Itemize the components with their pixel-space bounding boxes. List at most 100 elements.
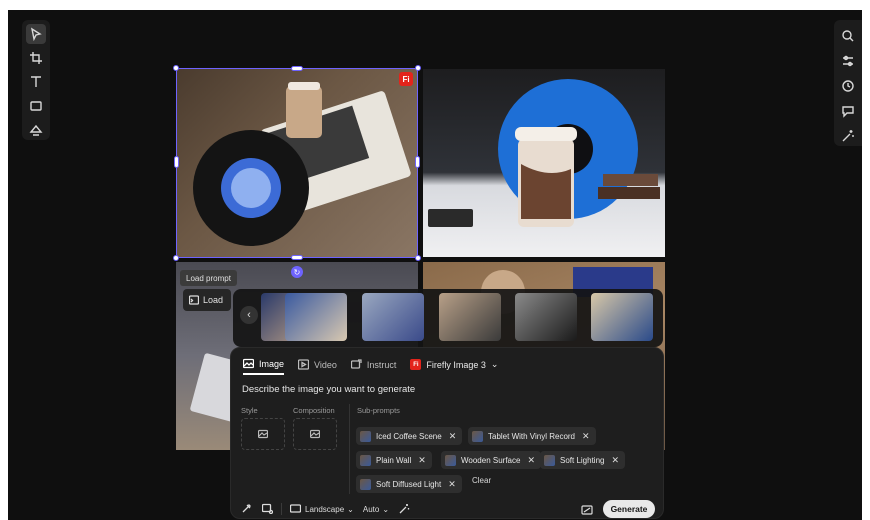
add-image-icon bbox=[258, 429, 268, 439]
thumbnail-5[interactable] bbox=[515, 293, 577, 341]
subprompts-label: Sub-prompts bbox=[357, 406, 400, 415]
video-icon bbox=[298, 359, 310, 370]
close-icon[interactable]: ✕ bbox=[611, 455, 619, 466]
thumbnail-2[interactable] bbox=[285, 293, 347, 341]
search-button[interactable] bbox=[838, 26, 858, 45]
tab-video-label: Video bbox=[314, 359, 337, 370]
resize-handle-tr[interactable] bbox=[415, 65, 421, 71]
subprompt-chip[interactable]: Tablet With Vinyl Record ✕ bbox=[468, 427, 596, 445]
model-selector[interactable]: Fi Firefly Image 3 ⌄ bbox=[410, 359, 498, 374]
generate-button[interactable]: Generate bbox=[603, 500, 655, 518]
select-tool[interactable] bbox=[26, 24, 46, 44]
close-icon[interactable]: ✕ bbox=[449, 431, 457, 442]
credits-icon bbox=[581, 505, 593, 515]
shape-tool[interactable] bbox=[26, 96, 46, 116]
instruct-icon bbox=[350, 359, 362, 369]
magic-icon bbox=[399, 503, 410, 513]
tab-instruct-label: Instruct bbox=[366, 359, 397, 370]
thumbnail-6[interactable] bbox=[591, 293, 653, 341]
chip-thumbnail bbox=[360, 478, 371, 490]
style-reference-slot[interactable] bbox=[241, 418, 285, 450]
left-toolbar bbox=[22, 20, 50, 140]
chip-label: Soft Lighting bbox=[560, 455, 605, 465]
chip-thumbnail bbox=[445, 454, 456, 466]
effects-button[interactable] bbox=[399, 503, 410, 516]
crop-icon bbox=[30, 52, 42, 64]
cursor-icon bbox=[30, 27, 42, 41]
model-label: Firefly Image 3 bbox=[426, 359, 486, 370]
chip-label: Iced Coffee Scene bbox=[376, 431, 442, 441]
load-prompt-tooltip: Load prompt bbox=[180, 270, 237, 286]
terminal-icon bbox=[189, 295, 199, 305]
tab-instruct[interactable]: Instruct bbox=[350, 359, 397, 374]
credits-button[interactable] bbox=[581, 503, 593, 520]
resize-handle-left[interactable] bbox=[174, 156, 179, 168]
resize-handle-bottom[interactable] bbox=[291, 255, 303, 260]
generated-image-1[interactable] bbox=[176, 68, 418, 258]
subprompt-chip[interactable]: Wooden Surface ✕ bbox=[441, 451, 541, 469]
chevron-down-icon: ⌄ bbox=[490, 359, 499, 369]
size-mode-select[interactable]: Auto bbox=[363, 505, 379, 514]
load-label: Load bbox=[203, 295, 224, 305]
resize-handle-right[interactable] bbox=[415, 156, 420, 168]
text-tool[interactable] bbox=[26, 72, 46, 92]
eyedropper-button[interactable] bbox=[241, 503, 252, 516]
subprompt-chip[interactable]: Soft Lighting ✕ bbox=[540, 451, 626, 469]
history-button[interactable] bbox=[838, 76, 858, 95]
crop-tool[interactable] bbox=[26, 48, 46, 68]
resize-handle-br[interactable] bbox=[415, 255, 421, 261]
tab-image[interactable]: Image bbox=[243, 358, 285, 375]
resize-handle-tl[interactable] bbox=[173, 65, 179, 71]
close-icon[interactable]: ✕ bbox=[527, 455, 535, 466]
sliders-icon bbox=[843, 55, 853, 66]
aspect-ratio-icon bbox=[289, 503, 302, 516]
chevron-left-icon[interactable]: ‹ bbox=[240, 306, 258, 324]
text-icon bbox=[31, 76, 41, 87]
chevron-down-icon: ⌄ bbox=[347, 504, 354, 514]
firefly-badge: Fi bbox=[399, 72, 413, 86]
image-settings-button[interactable] bbox=[261, 503, 274, 516]
close-icon[interactable]: ✕ bbox=[448, 479, 456, 490]
clear-button[interactable]: Clear bbox=[472, 476, 491, 485]
history-icon bbox=[842, 80, 854, 92]
comment-icon bbox=[842, 106, 854, 118]
resize-handle-top[interactable] bbox=[291, 66, 303, 71]
magic-icon bbox=[842, 130, 854, 142]
chip-label: Soft Diffused Light bbox=[376, 479, 442, 489]
generated-image-2[interactable] bbox=[423, 69, 665, 257]
section-divider bbox=[349, 404, 350, 494]
fill-icon bbox=[29, 124, 43, 136]
chip-label: Wooden Surface bbox=[461, 455, 521, 465]
chip-label: Tablet With Vinyl Record bbox=[488, 431, 575, 441]
eyedropper-icon bbox=[242, 503, 251, 512]
generate-fill-tool[interactable] bbox=[26, 120, 46, 140]
resize-handle-bl[interactable] bbox=[173, 255, 179, 261]
toolbar-separator bbox=[281, 503, 282, 515]
chip-thumbnail bbox=[544, 454, 555, 466]
prompt-panel: Image Video Instruct Fi Firefly Image 3 … bbox=[230, 347, 664, 519]
close-icon[interactable]: ✕ bbox=[418, 455, 426, 466]
chip-thumbnail bbox=[360, 454, 371, 466]
close-icon[interactable]: ✕ bbox=[582, 431, 590, 442]
tab-video[interactable]: Video bbox=[298, 359, 337, 374]
load-prompt-button[interactable]: Load bbox=[183, 289, 231, 311]
thumbnail-4[interactable] bbox=[439, 293, 501, 341]
adjustments-button[interactable] bbox=[838, 51, 858, 70]
aspect-ratio-select[interactable]: Landscape bbox=[305, 505, 344, 514]
effects-button[interactable] bbox=[838, 127, 858, 146]
comments-button[interactable] bbox=[838, 102, 858, 121]
subprompt-chip[interactable]: Plain Wall ✕ bbox=[356, 451, 432, 469]
thumbnail-3[interactable] bbox=[362, 293, 424, 341]
search-icon bbox=[842, 29, 854, 42]
rotate-icon[interactable]: ↻ bbox=[291, 266, 303, 278]
mode-tabs: Image Video Instruct Fi Firefly Image 3 … bbox=[243, 358, 498, 375]
subprompt-chip[interactable]: Iced Coffee Scene ✕ bbox=[356, 427, 463, 445]
subprompt-chip[interactable]: Soft Diffused Light ✕ bbox=[356, 475, 462, 493]
chip-thumbnail bbox=[360, 430, 371, 442]
rectangle-icon bbox=[30, 101, 42, 111]
composition-reference-slot[interactable] bbox=[293, 418, 337, 450]
composition-label: Composition bbox=[293, 406, 335, 415]
firefly-model-icon: Fi bbox=[410, 359, 422, 370]
prompt-input[interactable]: Describe the image you want to generate bbox=[242, 384, 415, 395]
image-settings-icon bbox=[261, 503, 274, 514]
